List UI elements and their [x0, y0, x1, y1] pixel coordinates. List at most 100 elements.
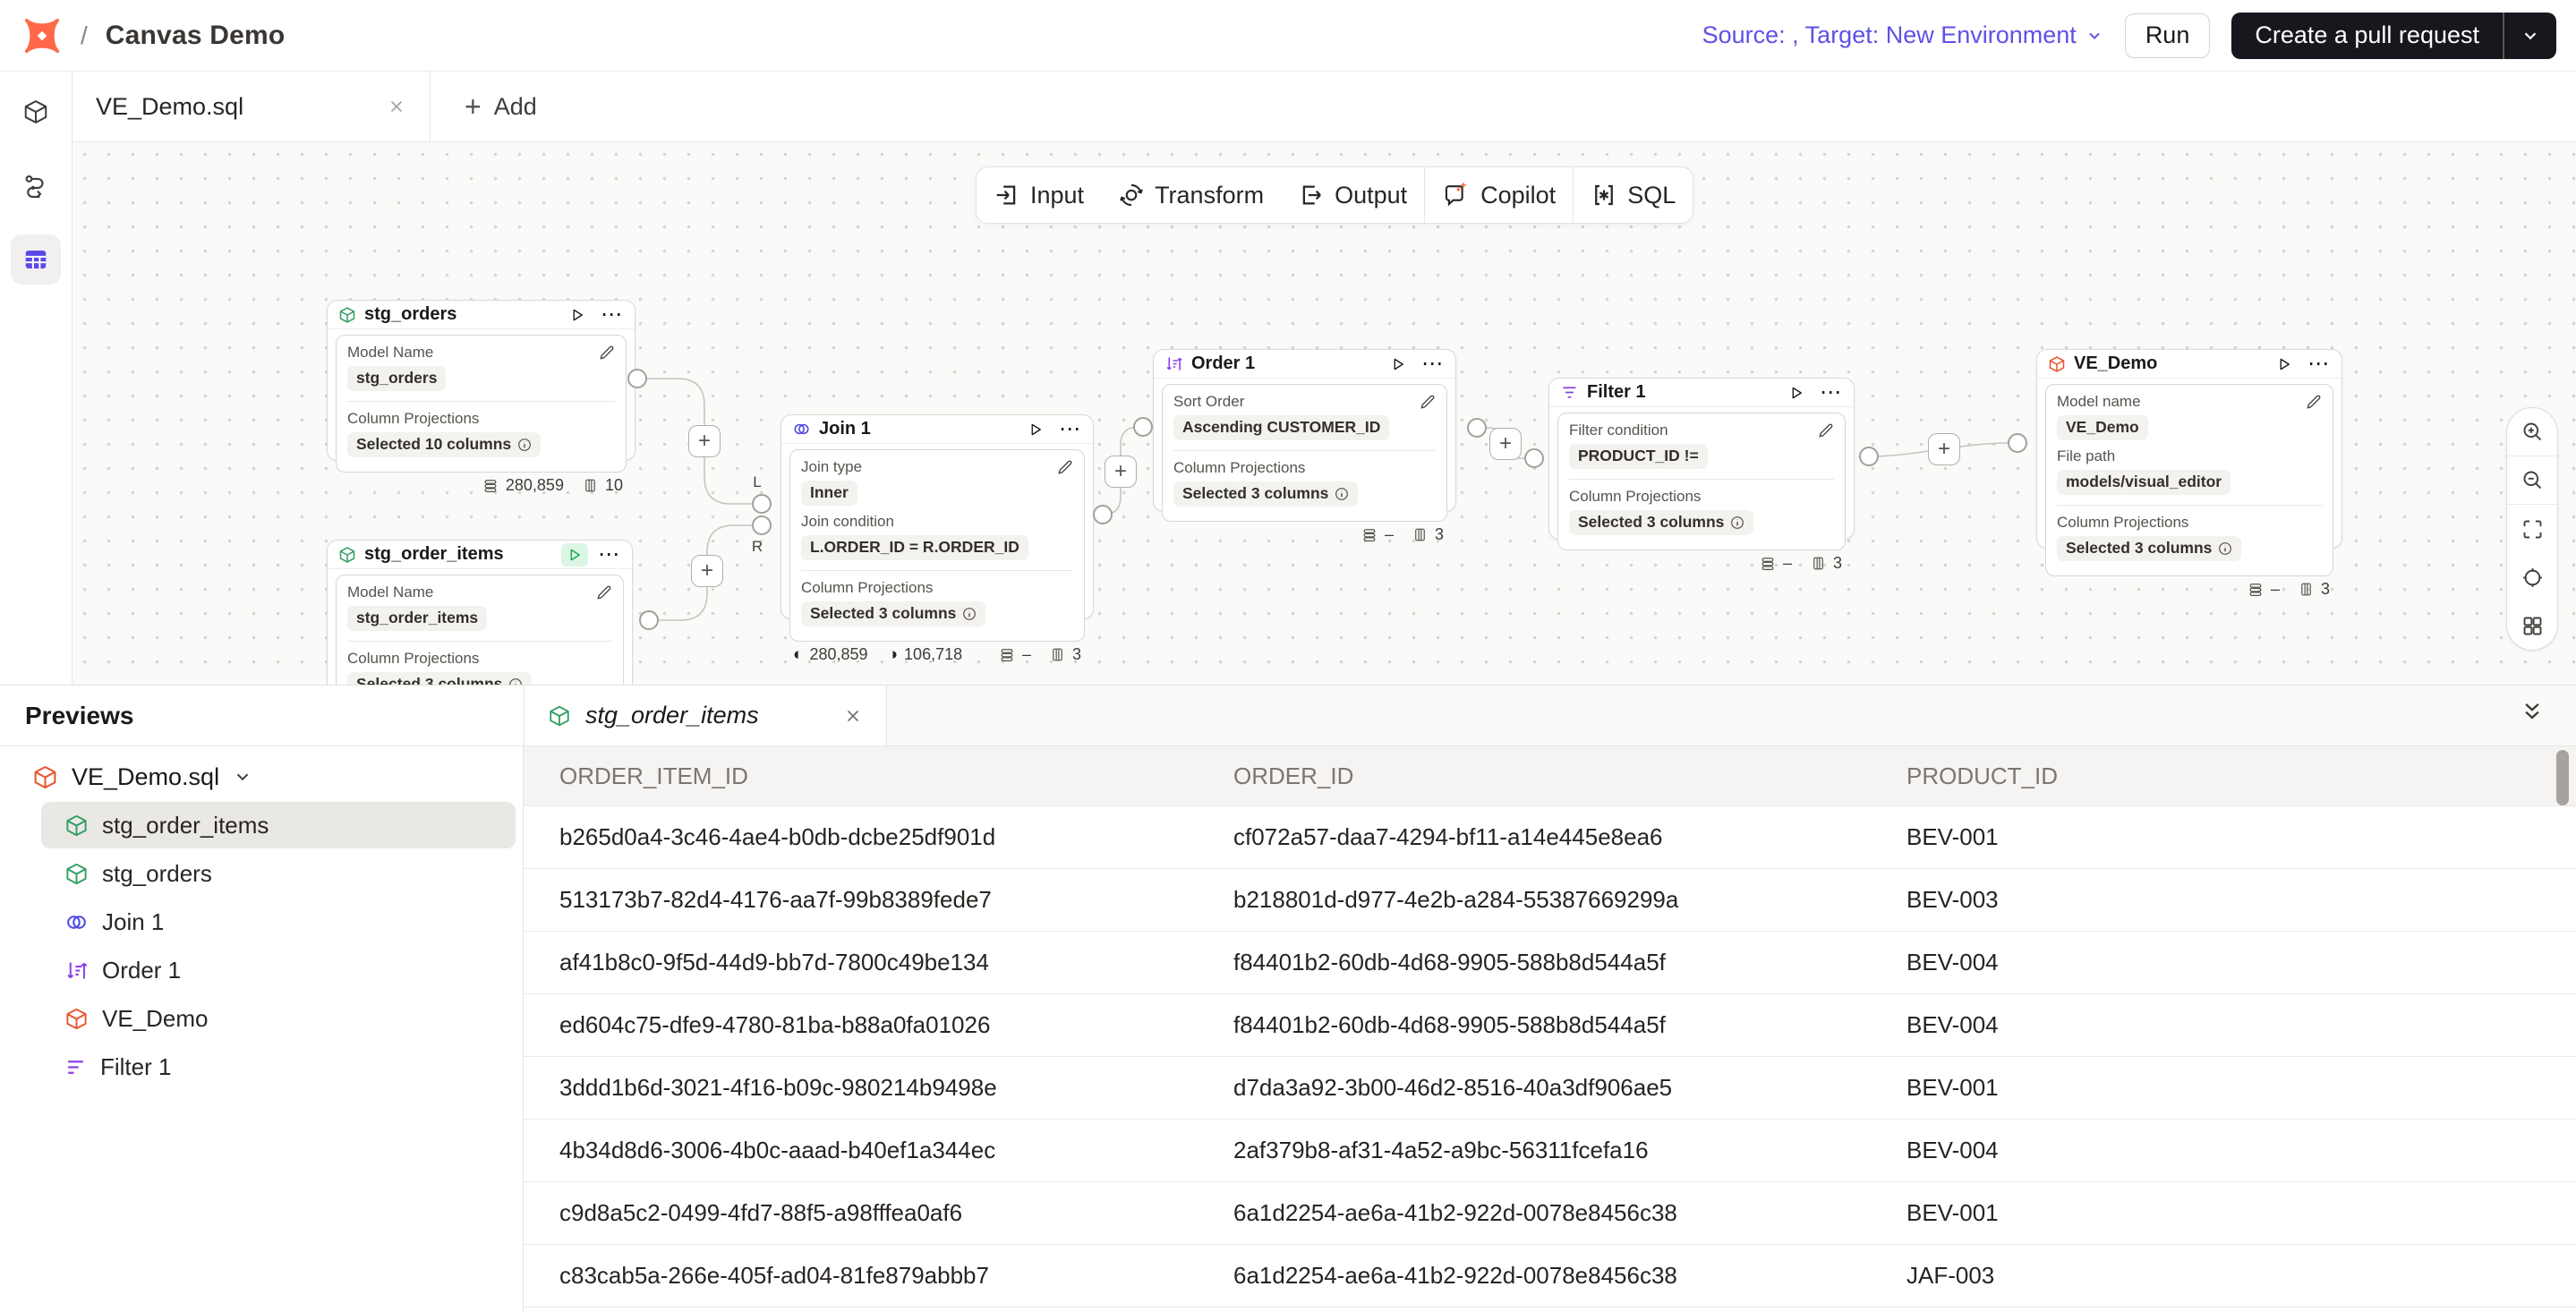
run-button[interactable]: Run: [2125, 13, 2211, 58]
play-icon[interactable]: [564, 303, 591, 327]
join-type-pill[interactable]: Inner: [801, 481, 857, 506]
collapse-panel-button[interactable]: [2519, 698, 2546, 725]
tree-item-join-1[interactable]: Join 1: [41, 899, 516, 945]
dag-canvas[interactable]: Input Transform Output: [73, 142, 2576, 685]
rail-models-button[interactable]: [11, 87, 61, 137]
play-icon[interactable]: [1022, 418, 1049, 441]
environment-selector[interactable]: Source: , Target: New Environment: [1702, 21, 2103, 49]
input-button[interactable]: Input: [977, 167, 1101, 223]
tree-item-order-1[interactable]: Order 1: [41, 947, 516, 993]
vertical-scrollbar[interactable]: [2556, 750, 2569, 805]
model-name-pill[interactable]: stg_orders: [347, 366, 446, 391]
table-row[interactable]: b265d0a4-3c46-4ae4-b0db-dcbe25df901d cf0…: [524, 806, 2576, 869]
sql-button[interactable]: SQL: [1574, 167, 1693, 223]
add-node-on-edge-button[interactable]: +: [688, 425, 721, 457]
create-pull-request-button[interactable]: Create a pull request: [2231, 13, 2503, 59]
play-icon[interactable]: [1385, 353, 1412, 376]
table-row[interactable]: ed604c75-dfe9-4780-81ba-b88a0fa01026 f84…: [524, 994, 2576, 1057]
table-header-cell[interactable]: PRODUCT_ID: [1871, 746, 2576, 805]
model-name-pill[interactable]: stg_order_items: [347, 606, 487, 631]
cube-icon: [2048, 355, 2066, 373]
tree-item-filter-1[interactable]: Filter 1: [41, 1044, 516, 1090]
close-icon[interactable]: [843, 706, 863, 726]
file-path-pill[interactable]: models/visual_editor: [2057, 470, 2231, 495]
edit-pencil-icon[interactable]: [1817, 422, 1835, 439]
rail-canvas-button[interactable]: [11, 234, 61, 285]
projections-pill[interactable]: Selected 3 columns: [2057, 536, 2241, 561]
join-right-input-port[interactable]: [752, 515, 772, 535]
output-port[interactable]: [1467, 418, 1487, 438]
tree-item-ve-demo[interactable]: VE_Demo: [41, 995, 516, 1042]
edit-pencil-icon[interactable]: [1056, 458, 1074, 476]
output-port[interactable]: [1093, 505, 1113, 524]
canvas-node-join-1[interactable]: Join 1 ⋯ Join type Inner Join condition …: [780, 414, 1094, 619]
add-tab-button[interactable]: + Add: [431, 72, 571, 141]
edit-pencil-icon[interactable]: [595, 584, 613, 601]
tree-item-stg-order-items[interactable]: stg_order_items: [41, 802, 516, 848]
edit-pencil-icon[interactable]: [1419, 393, 1437, 411]
output-port[interactable]: [1859, 447, 1879, 466]
dbt-logo-icon[interactable]: [21, 15, 63, 56]
node-menu-icon[interactable]: ⋯: [1818, 382, 1843, 404]
input-port[interactable]: [1524, 448, 1544, 468]
node-menu-icon[interactable]: ⋯: [1057, 419, 1082, 440]
rail-lineage-button[interactable]: [11, 161, 61, 211]
canvas-node-filter-1[interactable]: Filter 1 ⋯ Filter condition PRODUCT_ID !…: [1548, 378, 1855, 540]
add-node-on-edge-button[interactable]: +: [1105, 456, 1137, 488]
table-header-cell[interactable]: ORDER_ID: [1198, 746, 1871, 805]
copilot-button[interactable]: Copilot: [1425, 167, 1573, 223]
transform-button[interactable]: Transform: [1101, 167, 1281, 223]
layout-grid-button[interactable]: [2507, 601, 2557, 650]
projections-pill[interactable]: Selected 3 columns: [801, 601, 985, 626]
add-node-on-edge-button[interactable]: +: [1489, 428, 1522, 460]
preview-tab-stg-order-items[interactable]: stg_order_items: [524, 686, 887, 745]
zoom-in-button[interactable]: [2507, 408, 2557, 456]
model-name-pill[interactable]: VE_Demo: [2057, 415, 2148, 440]
edit-pencil-icon[interactable]: [2305, 393, 2323, 411]
table-row[interactable]: af41b8c0-9f5d-44d9-bb7d-7800c49be134 f84…: [524, 932, 2576, 994]
table-row[interactable]: 3ddd1b6d-3021-4f16-b09c-980214b9498e d7d…: [524, 1057, 2576, 1120]
node-menu-icon[interactable]: ⋯: [1420, 354, 1445, 375]
canvas-node-order-1[interactable]: Order 1 ⋯ Sort Order Ascending CUSTOMER_…: [1153, 349, 1456, 512]
table-row[interactable]: c9d8a5c2-0499-4fd7-88f5-a98fffea0af6 6a1…: [524, 1182, 2576, 1245]
canvas-node-stg-order-items[interactable]: stg_order_items ⋯ Model Name stg_order_i…: [327, 540, 633, 685]
canvas-node-stg-orders[interactable]: stg_orders ⋯ Model Name stg_orders Colum…: [327, 300, 635, 461]
pull-request-options-button[interactable]: [2504, 13, 2556, 59]
output-button[interactable]: Output: [1281, 167, 1424, 223]
input-port[interactable]: [1133, 417, 1153, 437]
add-node-on-edge-button[interactable]: +: [691, 555, 723, 587]
tab-ve-demo-sql[interactable]: VE_Demo.sql: [73, 72, 431, 141]
tree-root-ve-demo-sql[interactable]: VE_Demo.sql: [0, 754, 523, 800]
node-menu-icon[interactable]: ⋯: [596, 544, 621, 566]
center-target-button[interactable]: [2507, 553, 2557, 601]
input-port[interactable]: [2008, 433, 2027, 453]
canvas-zoom-controls: [2506, 407, 2558, 651]
table-row[interactable]: c83cab5a-266e-405f-ad04-81fe879abbb7 6a1…: [524, 1245, 2576, 1308]
play-icon[interactable]: [1783, 381, 1810, 405]
node-menu-icon[interactable]: ⋯: [599, 304, 624, 326]
projections-pill[interactable]: Selected 3 columns: [1569, 510, 1753, 535]
add-node-on-edge-button[interactable]: +: [1928, 433, 1960, 465]
filter-condition-pill[interactable]: PRODUCT_ID !=: [1569, 444, 1708, 469]
edit-pencil-icon[interactable]: [598, 344, 616, 362]
projections-pill[interactable]: Selected 3 columns: [347, 672, 532, 685]
canvas-node-ve-demo[interactable]: VE_Demo ⋯ Model name VE_Demo File path m…: [2036, 349, 2342, 549]
table-header-cell[interactable]: ORDER_ITEM_ID: [524, 746, 1198, 805]
tree-item-stg-orders[interactable]: stg_orders: [41, 850, 516, 897]
sort-order-pill[interactable]: Ascending CUSTOMER_ID: [1173, 415, 1389, 440]
projections-pill[interactable]: Selected 10 columns: [347, 432, 541, 457]
output-port[interactable]: [639, 610, 659, 630]
close-icon[interactable]: [387, 97, 406, 116]
join-condition-pill[interactable]: L.ORDER_ID = R.ORDER_ID: [801, 535, 1028, 560]
play-icon[interactable]: [2271, 353, 2298, 376]
join-left-input-port[interactable]: [752, 494, 772, 514]
node-title: VE_Demo: [2074, 354, 2263, 374]
zoom-out-button[interactable]: [2507, 456, 2557, 505]
table-row[interactable]: 4b34d8d6-3006-4b0c-aaad-b40ef1a344ec 2af…: [524, 1120, 2576, 1182]
fit-view-button[interactable]: [2507, 505, 2557, 553]
output-port[interactable]: [627, 369, 647, 388]
table-row[interactable]: 513173b7-82d4-4176-aa7f-99b8389fede7 b21…: [524, 869, 2576, 932]
projections-pill[interactable]: Selected 3 columns: [1173, 481, 1358, 507]
play-icon[interactable]: [561, 543, 588, 567]
node-menu-icon[interactable]: ⋯: [2306, 354, 2331, 375]
